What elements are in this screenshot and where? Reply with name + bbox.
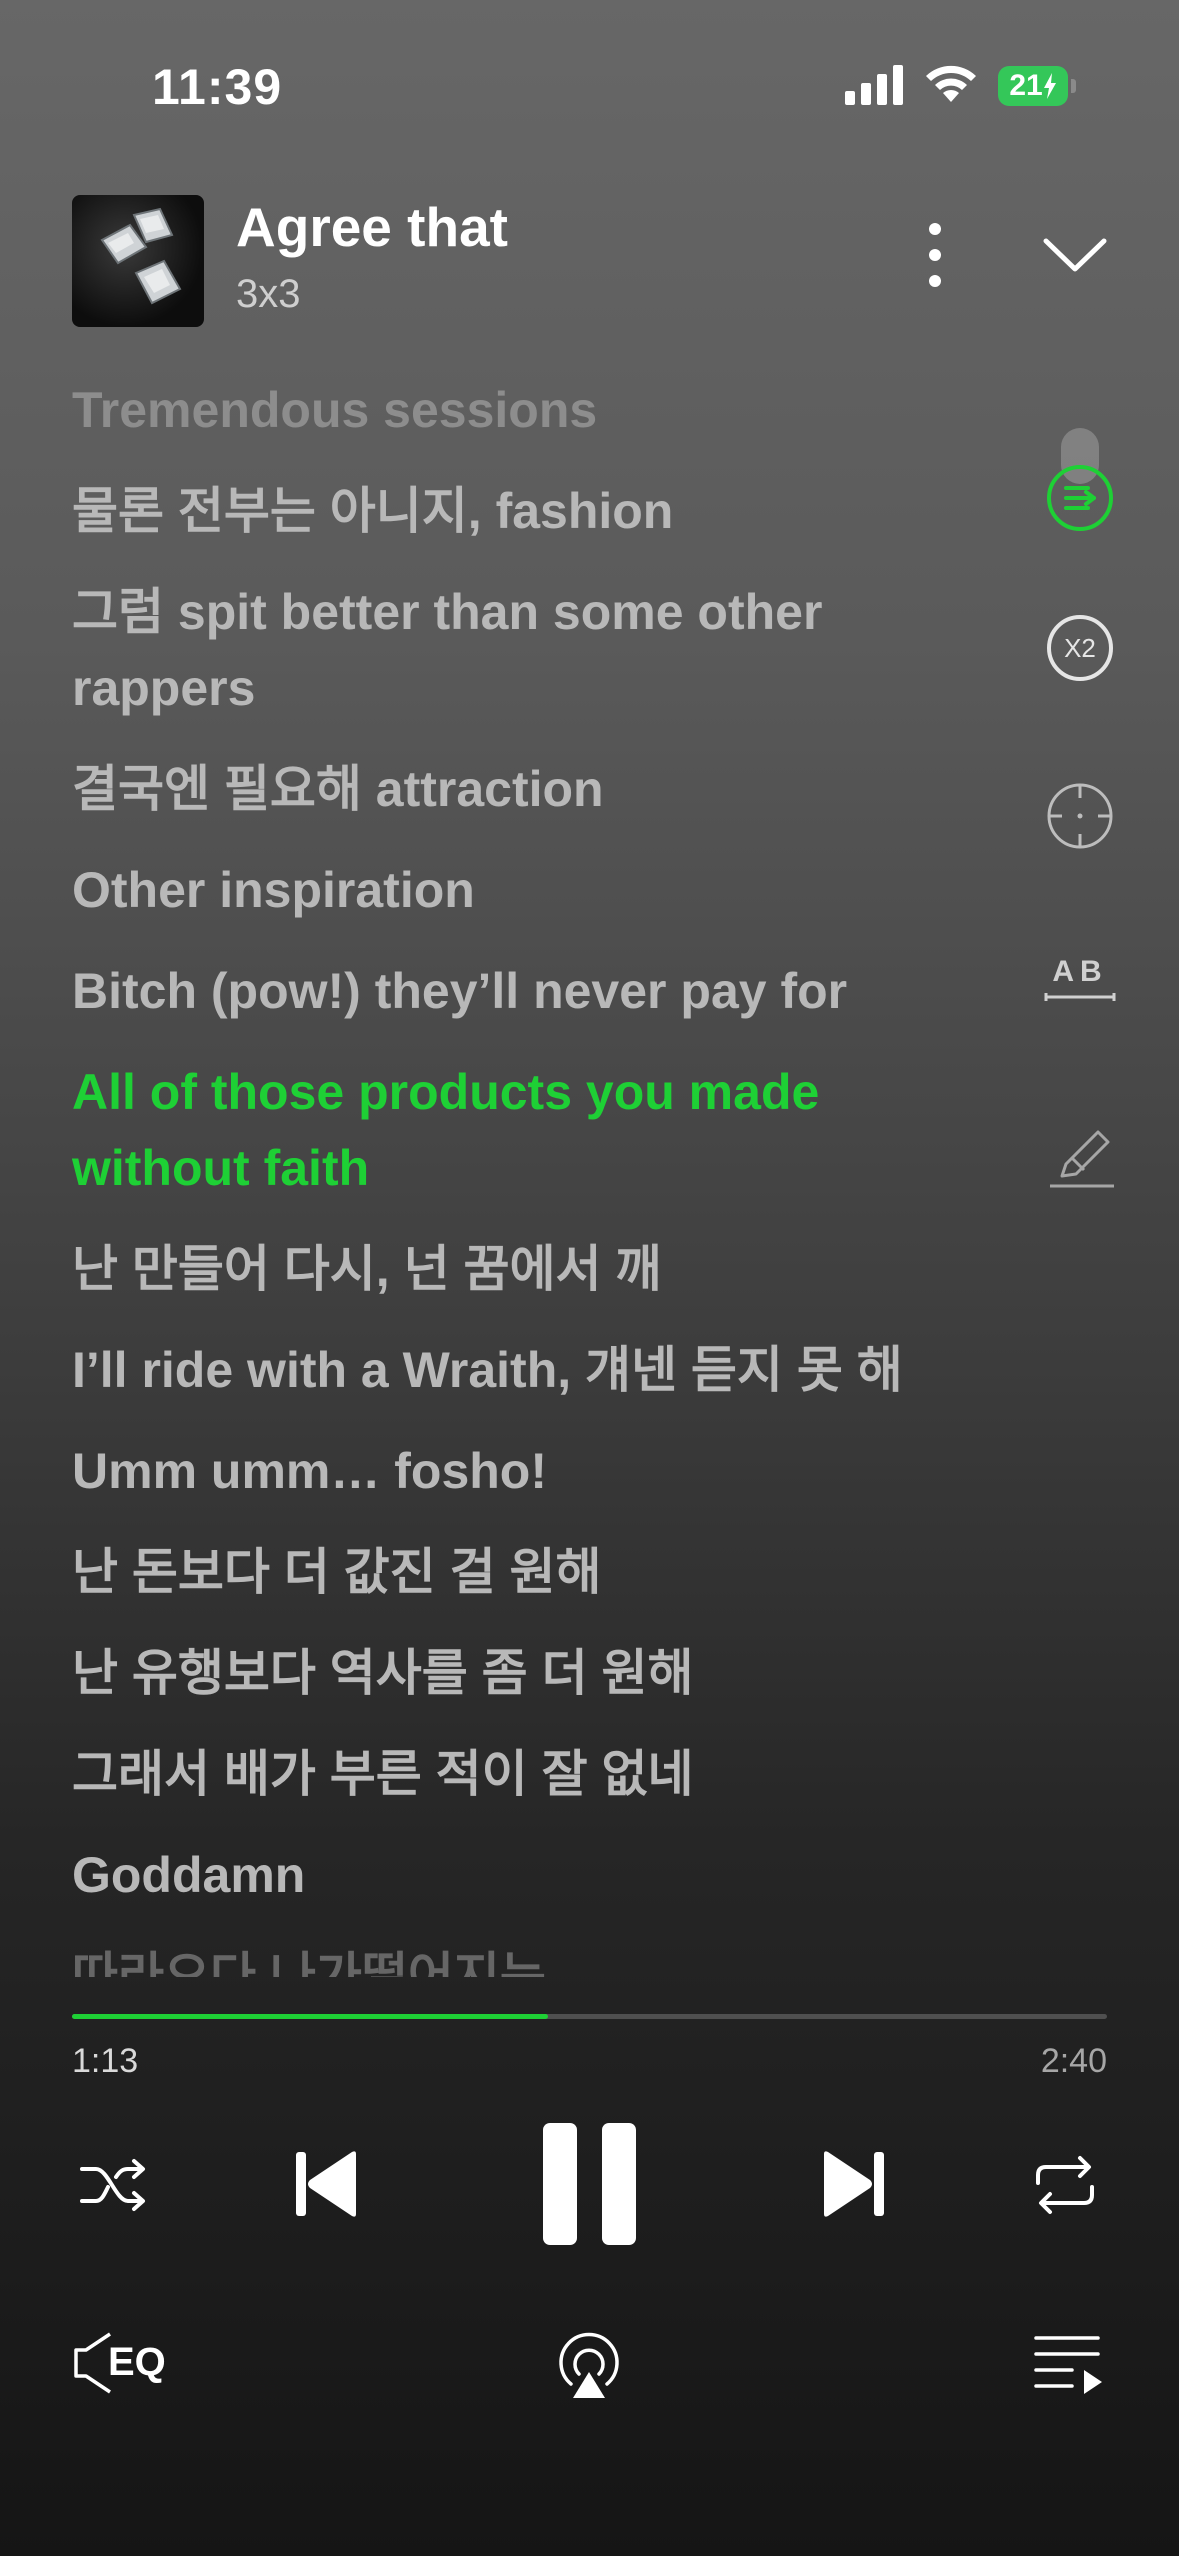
ab-repeat-icon[interactable]: AB bbox=[1040, 955, 1120, 1015]
lyric-line[interactable]: I’ll ride with a Wraith, 걔넨 듣지 못 해 bbox=[72, 1332, 1002, 1408]
speaker-icon bbox=[74, 2332, 111, 2394]
progress-bar[interactable] bbox=[72, 2014, 1107, 2019]
wifi-icon bbox=[926, 65, 976, 102]
lyric-line[interactable]: 난 만들어 다시, 넌 꿈에서 깨 bbox=[72, 1231, 1002, 1307]
album-art[interactable] bbox=[72, 195, 204, 327]
lyric-line[interactable]: 그럼 spit better than some other rappers bbox=[72, 574, 902, 726]
speed-x2-label: X2 bbox=[1064, 632, 1096, 663]
next-icon[interactable] bbox=[818, 2148, 888, 2220]
lyric-line[interactable]: 결국엔 필요해 attraction bbox=[72, 751, 1002, 827]
battery-charging-icon: 21 bbox=[998, 66, 1078, 106]
pause-icon[interactable] bbox=[543, 2123, 636, 2245]
lyric-line[interactable]: Bitch (pow!) they’ll never pay for bbox=[72, 953, 1002, 1029]
battery-level: 21 bbox=[998, 66, 1068, 106]
signal-icon bbox=[845, 65, 903, 105]
time-total: 2:40 bbox=[1040, 2042, 1107, 2080]
equalizer-icon[interactable]: EQ bbox=[72, 2330, 172, 2396]
more-vertical-icon[interactable] bbox=[905, 215, 965, 295]
queue-icon[interactable] bbox=[1032, 2332, 1104, 2396]
locate-icon[interactable] bbox=[1044, 780, 1116, 852]
time-elapsed: 1:13 bbox=[72, 2042, 139, 2080]
lyric-line[interactable]: Other inspiration bbox=[72, 852, 1002, 928]
repeat-icon[interactable] bbox=[1030, 2153, 1100, 2217]
lyric-line[interactable]: 난 유행보다 역사를 좀 더 원해 bbox=[72, 1635, 1002, 1711]
auto-scroll-icon[interactable] bbox=[1044, 462, 1116, 534]
lyrics-panel[interactable]: Tremendous sessions 물론 전부는 아니지, fashion … bbox=[72, 372, 1002, 1977]
lyric-line[interactable]: Umm umm… fosho! bbox=[72, 1433, 1002, 1509]
chevron-down-icon[interactable] bbox=[1040, 225, 1110, 285]
ice-cubes-artwork bbox=[100, 207, 182, 305]
shuffle-icon[interactable] bbox=[78, 2155, 150, 2215]
eq-label: EQ bbox=[108, 2340, 166, 2384]
battery-level-text: 21 bbox=[1009, 69, 1043, 102]
lyric-line[interactable]: 난 돈보다 더 값진 걸 원해 bbox=[72, 1534, 1002, 1610]
status-time: 11:39 bbox=[152, 59, 283, 115]
lyric-line-active[interactable]: All of those products you made without f… bbox=[72, 1054, 902, 1206]
airplay-icon[interactable] bbox=[553, 2328, 625, 2400]
progress-fill bbox=[72, 2014, 549, 2019]
lyric-line[interactable]: Tremendous sessions bbox=[72, 372, 1002, 448]
speed-x2-icon[interactable]: X2 bbox=[1044, 612, 1116, 684]
lyric-line[interactable]: 그래서 배가 부른 적이 잘 없네 bbox=[72, 1736, 1002, 1812]
lyric-line[interactable]: 따라오다 나가떨어지는 bbox=[72, 1938, 1002, 1977]
ab-repeat-bracket bbox=[1044, 993, 1116, 1001]
lyric-line[interactable]: Goddamn bbox=[72, 1837, 1002, 1913]
status-bar: 11:39 21 bbox=[0, 0, 1179, 170]
track-artist[interactable]: 3x3 bbox=[236, 272, 301, 317]
lyric-line[interactable]: 물론 전부는 아니지, fashion bbox=[72, 473, 1002, 549]
highlight-pen-icon[interactable] bbox=[1044, 1118, 1120, 1190]
bolt-icon bbox=[1043, 73, 1056, 99]
battery-cap bbox=[1071, 79, 1076, 93]
previous-icon[interactable] bbox=[292, 2148, 362, 2220]
track-title[interactable]: Agree that bbox=[236, 195, 508, 259]
